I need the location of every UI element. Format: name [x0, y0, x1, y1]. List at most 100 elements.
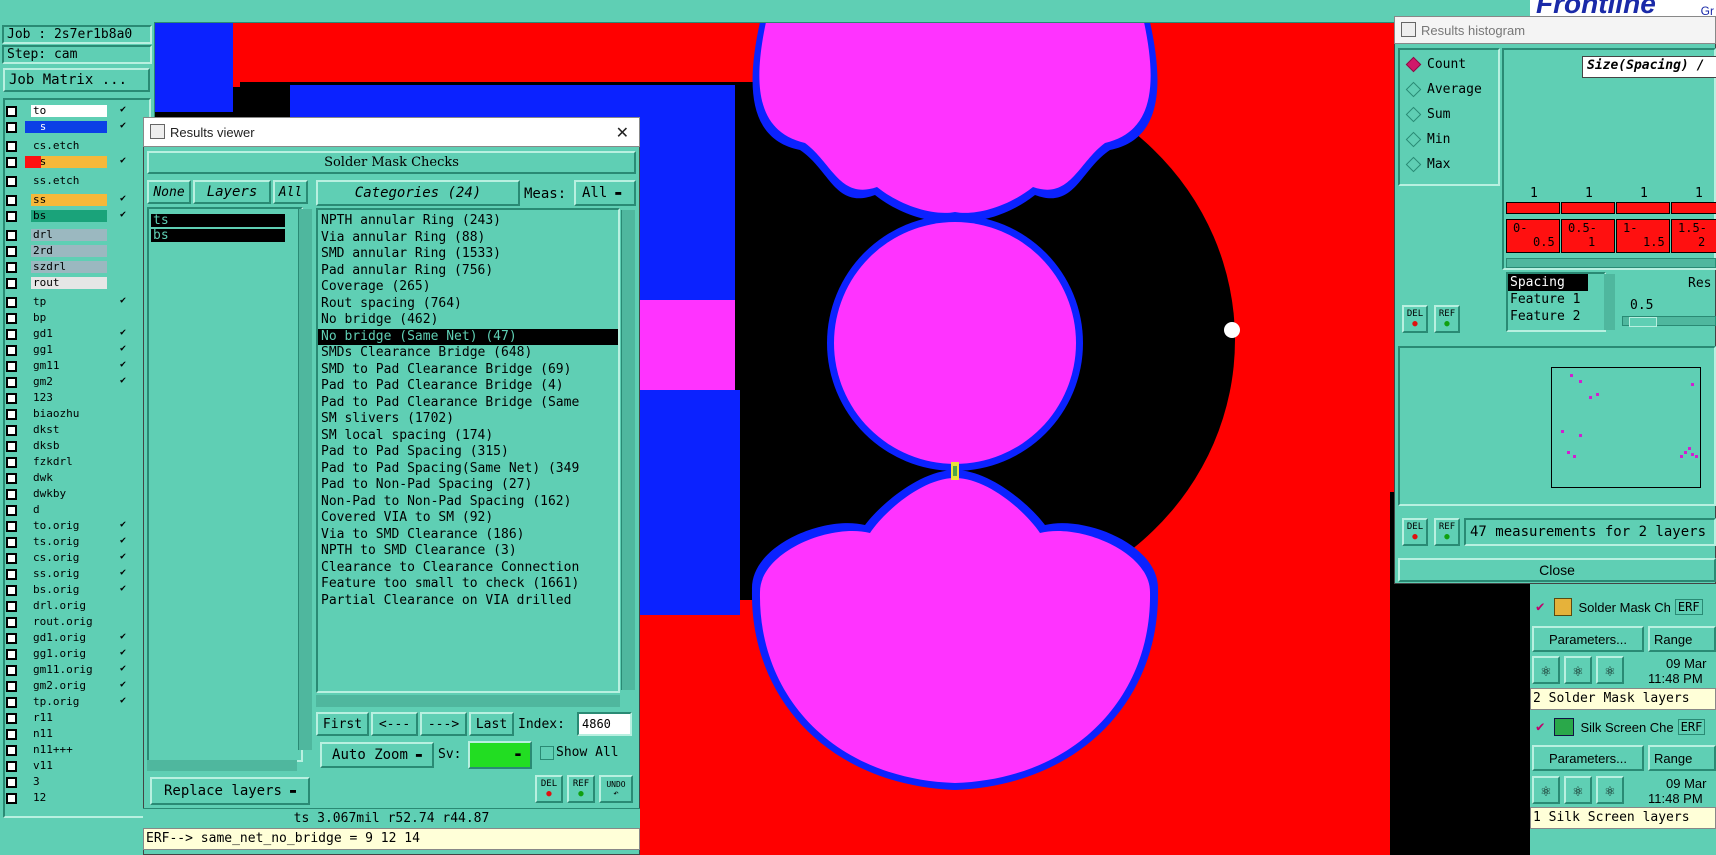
histogram-bar[interactable] — [1616, 202, 1670, 214]
layer-checkbox[interactable] — [6, 536, 17, 548]
category-item[interactable]: SM slivers (1702) — [318, 411, 618, 428]
layer-row-gm11[interactable]: gm11 ✔ — [6, 359, 136, 373]
layer-checkbox[interactable] — [6, 156, 17, 168]
layer-row-gm2[interactable]: gm2 ✔ — [6, 375, 136, 389]
solder-parameters-button[interactable]: Parameters... — [1532, 626, 1644, 652]
layer-row-drl-orig[interactable]: drl.orig — [6, 599, 136, 613]
layer-row-bs-orig[interactable]: bs.orig ✔ — [6, 583, 136, 597]
measure-field-item[interactable]: Spacing — [1508, 274, 1588, 291]
category-item[interactable]: SMD to Pad Clearance Bridge (69) — [318, 362, 618, 379]
meas-dropdown[interactable]: All ▬ — [574, 180, 636, 206]
layer-row-bs[interactable]: bs ✔ — [6, 209, 136, 223]
categories-hscroll[interactable] — [316, 695, 620, 707]
category-item[interactable]: Via to SMD Clearance (186) — [318, 527, 618, 544]
layer-checkbox[interactable] — [6, 472, 17, 484]
hist-del-button[interactable]: DEL ● — [1402, 305, 1428, 333]
layer-row-biaozhu[interactable]: biaozhu — [6, 407, 136, 421]
measure-field-list[interactable]: Spacing Feature 1 Feature 2 — [1506, 272, 1606, 332]
layer-checkbox[interactable] — [6, 121, 17, 133]
layer-checkbox[interactable] — [6, 632, 17, 644]
category-item[interactable]: NPTH to SMD Clearance (3) — [318, 543, 618, 560]
layer-checkbox[interactable] — [6, 776, 17, 788]
layer-checkbox[interactable] — [6, 408, 17, 420]
layer-color-swatch[interactable] — [25, 156, 41, 168]
erf-run-tool-icon[interactable]: ⚛ — [1532, 656, 1560, 684]
histogram-hscroll[interactable] — [1506, 258, 1716, 268]
hist2-del-button[interactable]: DEL ● — [1402, 518, 1428, 546]
job-matrix-button[interactable]: Job Matrix ... — [3, 68, 150, 92]
prev-button[interactable]: <--- — [371, 712, 418, 736]
results-histogram-titlebar[interactable]: Results histogram — [1394, 16, 1716, 44]
layer-checkbox[interactable] — [6, 328, 17, 340]
category-item[interactable]: Pad to Pad Clearance Bridge (Same — [318, 395, 618, 412]
layer-row-dwk[interactable]: dwk — [6, 471, 136, 485]
layer-list-hscroll[interactable] — [147, 760, 297, 771]
layer-row-to-orig[interactable]: to.orig ✔ — [6, 519, 136, 533]
category-item[interactable]: Clearance to Clearance Connection — [318, 560, 618, 577]
layer-row-tp[interactable]: tp ✔ — [6, 295, 136, 309]
slider-thumb[interactable] — [1629, 317, 1657, 327]
category-item[interactable]: Partial Clearance on VIA drilled — [318, 593, 618, 610]
category-item[interactable]: No bridge (462) — [318, 312, 618, 329]
auto-zoom-dropdown[interactable]: Auto Zoom ▬ — [320, 742, 434, 768]
last-button[interactable]: Last — [469, 712, 514, 736]
category-item[interactable]: SMDs Clearance Bridge (648) — [318, 345, 618, 362]
measure-list-scrollbar[interactable] — [1604, 274, 1615, 330]
categories-button[interactable]: Categories (24) — [316, 180, 520, 206]
layer-row-n11-[interactable]: n11+++ — [6, 743, 136, 757]
layer-checkbox[interactable] — [6, 261, 17, 273]
ref-button[interactable]: REF ● — [567, 775, 595, 803]
layer-checkbox[interactable] — [6, 296, 17, 308]
layer-checkbox[interactable] — [6, 728, 17, 740]
measure-field-item[interactable]: Feature 2 — [1508, 308, 1604, 325]
hist2-ref-button[interactable]: REF ● — [1434, 518, 1460, 546]
layer-row-gd1-orig[interactable]: gd1.orig ✔ — [6, 631, 136, 645]
show-all-checkbox[interactable] — [540, 746, 554, 760]
layer-selection-list[interactable]: ts bs — [147, 207, 303, 762]
layer-row-v11[interactable]: v11 — [6, 759, 136, 773]
layer-checkbox[interactable] — [6, 277, 17, 289]
layer-row-cs-orig[interactable]: cs.orig ✔ — [6, 551, 136, 565]
layer-checkbox[interactable] — [6, 105, 17, 117]
layer-row-to[interactable]: to ✔ — [6, 104, 136, 118]
del-button[interactable]: DEL ● — [535, 775, 563, 803]
silk-range-button[interactable]: Range — [1648, 745, 1716, 771]
layer-row-rout-orig[interactable]: rout.orig — [6, 615, 136, 629]
layer-row-gm2-orig[interactable]: gm2.orig ✔ — [6, 679, 136, 693]
layer-checkbox[interactable] — [6, 616, 17, 628]
layer-row-gm11-orig[interactable]: gm11.orig ✔ — [6, 663, 136, 677]
layer-checkbox[interactable] — [6, 140, 17, 152]
layer-checkbox[interactable] — [6, 344, 17, 356]
histogram-bar[interactable] — [1561, 202, 1615, 214]
layer-row-szdrl[interactable]: szdrl — [6, 260, 136, 274]
layer-checkbox[interactable] — [6, 792, 17, 804]
categories-list[interactable]: NPTH annular Ring (243) Via annular Ring … — [316, 208, 620, 693]
layer-checkbox[interactable] — [6, 175, 17, 187]
layer-checkbox[interactable] — [6, 229, 17, 241]
layer-row-n11[interactable]: n11 — [6, 727, 136, 741]
layer-row-cs[interactable]: cs ✔ — [6, 155, 136, 169]
erf-run-tool-icon[interactable]: ⚛ — [1532, 776, 1560, 804]
layer-checkbox[interactable] — [6, 664, 17, 676]
layer-row-rout[interactable]: rout — [6, 276, 136, 290]
category-item[interactable]: Non-Pad to Non-Pad Spacing (162) — [318, 494, 618, 511]
categories-scrollbar[interactable] — [621, 210, 635, 690]
layer-row-gg1-orig[interactable]: gg1.orig ✔ — [6, 647, 136, 661]
none-button[interactable]: None — [147, 180, 191, 204]
stat-radio-max[interactable]: Max — [1400, 152, 1498, 177]
layer-checkbox[interactable] — [6, 210, 17, 222]
layer-checkbox[interactable] — [6, 648, 17, 660]
category-item[interactable]: Covered VIA to SM (92) — [318, 510, 618, 527]
layer-checkbox[interactable] — [6, 584, 17, 596]
category-item[interactable]: Pad to Pad Spacing(Same Net) (349 — [318, 461, 618, 478]
layer-checkbox[interactable] — [6, 194, 17, 206]
layer-row-ss-orig[interactable]: ss.orig ✔ — [6, 567, 136, 581]
hist-ref-button[interactable]: REF ● — [1434, 305, 1460, 333]
erf-run-tool-icon[interactable]: ⚛ — [1596, 656, 1624, 684]
layer-checkbox[interactable] — [6, 360, 17, 372]
layer-row-dkst[interactable]: dkst — [6, 423, 136, 437]
viewer-layer-item[interactable]: bs — [151, 229, 285, 242]
layer-list-scrollbar[interactable] — [298, 209, 312, 750]
layer-row-2rd[interactable]: 2rd — [6, 244, 136, 258]
sv-color-dropdown[interactable]: ▬ — [468, 741, 532, 769]
